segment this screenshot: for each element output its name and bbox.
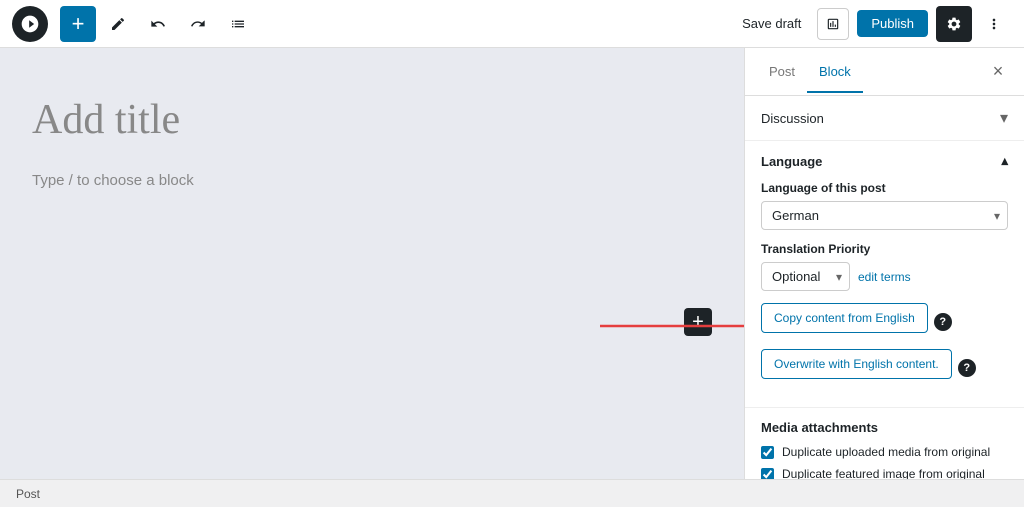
title-placeholder[interactable]: Add title <box>32 88 712 152</box>
language-collapse-icon: ▴ <box>1001 153 1008 169</box>
settings-icon <box>946 16 962 32</box>
tab-block[interactable]: Block <box>807 52 863 93</box>
overwrite-content-row: Overwrite with English content. ? <box>761 349 1008 387</box>
editor-canvas: Add title Type / to choose a block + <box>32 88 712 388</box>
preview-button[interactable] <box>817 8 849 40</box>
overwrite-help-icon[interactable]: ? <box>958 359 976 377</box>
main-layout: Add title Type / to choose a block + Pos… <box>0 48 1024 479</box>
copy-content-row: Copy content from English ? <box>761 303 1008 341</box>
editor-area: Add title Type / to choose a block + <box>0 48 744 479</box>
language-select-wrapper: German English French Spanish <box>761 201 1008 230</box>
redo-button[interactable] <box>180 6 216 42</box>
undo-icon <box>150 16 166 32</box>
language-of-post-field: Language of this post German English Fre… <box>761 181 1008 230</box>
copy-help-icon[interactable]: ? <box>934 313 952 331</box>
undo-button[interactable] <box>140 6 176 42</box>
duplicate-featured-row: Duplicate featured image from original <box>761 467 1008 479</box>
status-bar-label: Post <box>16 487 40 501</box>
duplicate-media-row: Duplicate uploaded media from original <box>761 445 1008 459</box>
edit-terms-link[interactable]: edit terms <box>858 270 911 284</box>
more-options-button[interactable] <box>976 6 1012 42</box>
more-vertical-icon <box>986 16 1002 32</box>
save-draft-button[interactable]: Save draft <box>730 10 813 37</box>
language-section: Language ▴ Language of this post German … <box>745 141 1024 408</box>
add-block-toolbar-button[interactable]: + <box>60 6 96 42</box>
block-tools-button[interactable] <box>100 6 136 42</box>
language-section-header[interactable]: Language ▴ <box>761 153 1008 169</box>
language-select[interactable]: German English French Spanish <box>761 201 1008 230</box>
pen-icon <box>110 16 126 32</box>
list-view-button[interactable] <box>220 6 256 42</box>
priority-select-wrapper: Optional Normal High <box>761 262 850 291</box>
settings-button[interactable] <box>936 6 972 42</box>
duplicate-media-checkbox[interactable] <box>761 446 774 459</box>
tab-post[interactable]: Post <box>757 52 807 93</box>
sidebar-tabs: Post Block × <box>745 48 1024 96</box>
priority-row: Optional Normal High edit terms <box>761 262 1008 291</box>
close-sidebar-button[interactable]: × <box>984 58 1012 86</box>
preview-icon <box>826 17 840 31</box>
redo-icon <box>190 16 206 32</box>
discussion-toggle-icon: ▾ <box>1000 108 1008 128</box>
translation-priority-field: Translation Priority Optional Normal Hig… <box>761 242 1008 291</box>
wp-logo <box>12 6 48 42</box>
discussion-section: Discussion ▾ <box>745 96 1024 141</box>
sidebar: Post Block × Discussion ▾ Language ▴ Lan… <box>744 48 1024 479</box>
status-bar: Post <box>0 479 1024 507</box>
duplicate-featured-checkbox[interactable] <box>761 468 774 479</box>
add-block-canvas-button[interactable]: + <box>684 308 712 336</box>
block-placeholder: Type / to choose a block <box>32 168 712 193</box>
copy-content-button[interactable]: Copy content from English <box>761 303 928 333</box>
discussion-section-header[interactable]: Discussion ▾ <box>761 108 1008 128</box>
toolbar: + Save draft Publish <box>0 0 1024 48</box>
publish-button[interactable]: Publish <box>857 10 928 37</box>
priority-select[interactable]: Optional Normal High <box>761 262 850 291</box>
list-view-icon <box>230 16 246 32</box>
wp-logo-icon <box>20 14 40 34</box>
overwrite-content-button[interactable]: Overwrite with English content. <box>761 349 952 379</box>
media-attachments-section: Media attachments Duplicate uploaded med… <box>745 408 1024 479</box>
